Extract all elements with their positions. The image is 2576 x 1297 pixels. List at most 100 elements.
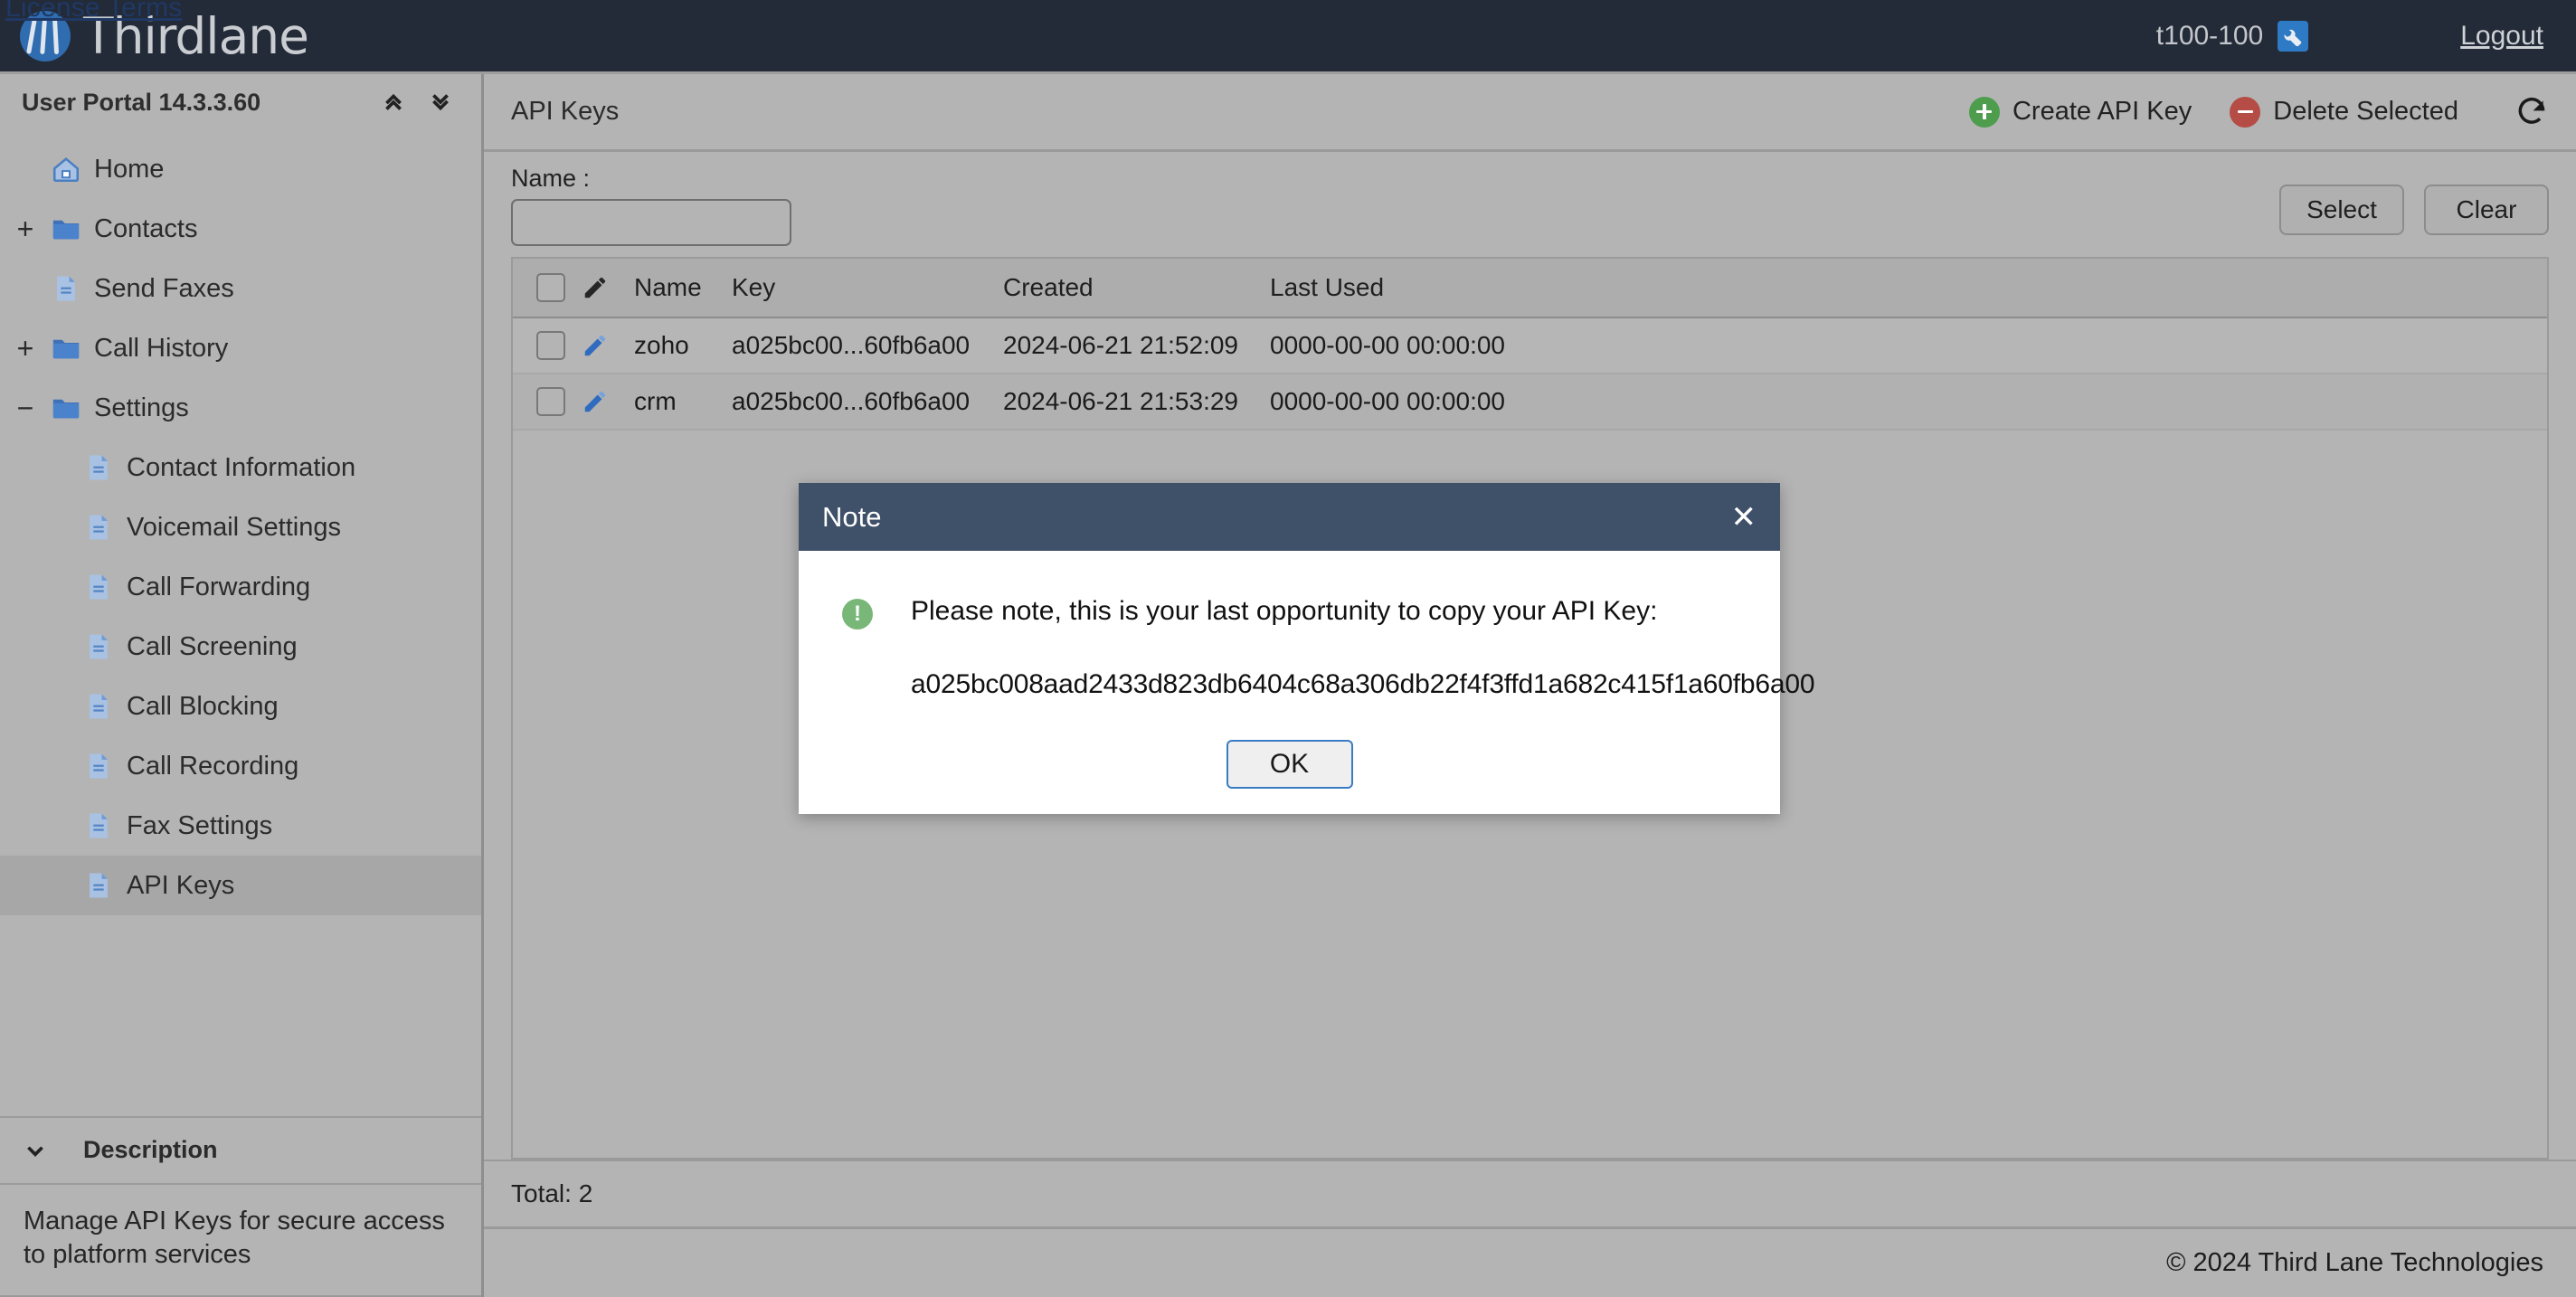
table-row[interactable]: crm a025bc00...60fb6a00 2024-06-21 21:53:2… bbox=[513, 374, 2547, 430]
create-api-key-button[interactable]: Create API Key bbox=[1968, 96, 2192, 128]
sidebar-item-label: Settings bbox=[94, 393, 189, 422]
row-select-cell bbox=[513, 317, 582, 374]
table-header: Name Key Created Last Used bbox=[513, 259, 2547, 318]
expand-node-icon[interactable]: + bbox=[13, 334, 38, 363]
row-last-used: 0000-00-00 00:00:00 bbox=[1270, 387, 1505, 415]
row-checkbox[interactable] bbox=[536, 387, 565, 416]
close-icon[interactable]: ✕ bbox=[1731, 502, 1757, 533]
sidebar-nav: +Home + Contacts +Send Faxes + Call History − S… bbox=[0, 130, 481, 915]
chevron-down-icon bbox=[27, 1146, 43, 1157]
minus-circle-icon bbox=[2230, 96, 2261, 128]
name-filter-input[interactable] bbox=[511, 199, 791, 246]
sidebar-item-label: Fax Settings bbox=[127, 810, 273, 840]
page-title: API Keys bbox=[511, 97, 620, 126]
sidebar-item-send-faxes[interactable]: +Send Faxes bbox=[0, 259, 481, 318]
column-edit bbox=[582, 259, 634, 318]
collapse-node-icon[interactable]: − bbox=[13, 393, 38, 422]
sidebar-item-home[interactable]: +Home bbox=[0, 139, 481, 199]
document-icon bbox=[51, 273, 81, 304]
row-key: a025bc00...60fb6a00 bbox=[732, 387, 971, 415]
license-terms-link[interactable]: License Terms bbox=[5, 0, 182, 24]
note-dialog: Note ✕ ! Please note, this is your last … bbox=[799, 483, 1815, 814]
expand-node-icon[interactable]: + bbox=[13, 214, 38, 243]
description-header[interactable]: Description bbox=[0, 1115, 481, 1185]
toolbar-actions: Create API Key Delete Selected bbox=[1968, 95, 2549, 129]
application-root: License Terms Thirdlane t100-100 Logout … bbox=[0, 0, 2576, 1297]
wrench-icon[interactable] bbox=[2278, 20, 2309, 52]
pencil-icon[interactable] bbox=[582, 332, 609, 359]
row-name: crm bbox=[634, 387, 677, 415]
sidebar-item-settings[interactable]: − Settings bbox=[0, 378, 481, 438]
sidebar-item-label: Call Forwarding bbox=[127, 572, 311, 601]
sidebar-item-label: Contacts bbox=[94, 213, 198, 243]
note-message: Please note, this is your last opportuni… bbox=[911, 596, 1658, 626]
logout-link[interactable]: Logout bbox=[2460, 21, 2543, 52]
table-row[interactable]: zoho a025bc00...60fb6a00 2024-06-21 21:52:… bbox=[513, 317, 2547, 374]
sidebar-item-label: Voicemail Settings bbox=[127, 512, 341, 542]
column-created: Created bbox=[1003, 259, 1270, 318]
note-dialog-header: Note ✕ bbox=[799, 483, 1780, 551]
ok-button[interactable]: OK bbox=[1226, 740, 1353, 789]
exclamation-icon: ! bbox=[842, 599, 873, 630]
row-select-cell bbox=[513, 374, 582, 430]
folder-icon bbox=[51, 393, 81, 423]
clear-button[interactable]: Clear bbox=[2424, 185, 2549, 235]
sidebar-item-label: Contact Information bbox=[127, 452, 356, 482]
select-all-checkbox[interactable] bbox=[536, 273, 565, 302]
sidebar-item-api-keys[interactable]: API Keys bbox=[0, 856, 481, 915]
chevron-double-down-icon[interactable] bbox=[429, 90, 452, 114]
sidebar-item-fax-settings[interactable]: Fax Settings bbox=[0, 796, 481, 856]
document-icon bbox=[83, 691, 114, 722]
sidebar-item-label: Send Faxes bbox=[94, 273, 234, 303]
note-message-row: ! Please note, this is your last opportu… bbox=[842, 596, 1744, 630]
name-filter-group: Name : bbox=[511, 165, 791, 246]
sidebar-item-label: Call Recording bbox=[127, 751, 299, 781]
sidebar-header: User Portal 14.3.3.60 bbox=[0, 74, 481, 130]
folder-icon bbox=[51, 213, 81, 244]
api-key-value[interactable]: a025bc008aad2433d823db6404c68a306db22f4f… bbox=[911, 669, 1815, 700]
document-icon bbox=[83, 452, 114, 483]
row-checkbox[interactable] bbox=[536, 331, 565, 360]
plus-circle-icon bbox=[1968, 96, 2000, 128]
column-name: Name bbox=[634, 259, 732, 318]
note-dialog-title: Note bbox=[822, 500, 882, 533]
sidebar-item-contact-information[interactable]: Contact Information bbox=[0, 438, 481, 497]
filter-buttons: Select Clear bbox=[2279, 165, 2549, 235]
description-text: Manage API Keys for secure access to pla… bbox=[0, 1185, 481, 1297]
document-icon bbox=[83, 512, 114, 543]
sidebar-item-label: Call History bbox=[94, 333, 229, 363]
folder-icon bbox=[51, 333, 81, 364]
pencil-icon[interactable] bbox=[582, 388, 609, 415]
sidebar-item-call-forwarding[interactable]: Call Forwarding bbox=[0, 557, 481, 617]
note-dialog-footer: OK bbox=[799, 715, 1780, 814]
sidebar-tree-controls bbox=[382, 90, 461, 114]
main-toolbar: API Keys Create API Key Delete Selected bbox=[484, 74, 2576, 152]
sidebar-item-call-blocking[interactable]: Call Blocking bbox=[0, 677, 481, 736]
sidebar-item-contacts[interactable]: + Contacts bbox=[0, 199, 481, 259]
sidebar-item-label: API Keys bbox=[127, 870, 235, 900]
chevron-double-up-icon[interactable] bbox=[382, 90, 405, 114]
home-icon bbox=[51, 154, 81, 185]
row-created: 2024-06-21 21:53:29 bbox=[1003, 387, 1238, 415]
sidebar-item-call-recording[interactable]: Call Recording bbox=[0, 736, 481, 796]
sidebar-title: User Portal 14.3.3.60 bbox=[22, 88, 261, 116]
row-name: zoho bbox=[634, 331, 689, 359]
row-last-used: 0000-00-00 00:00:00 bbox=[1270, 331, 1505, 359]
filter-row: Name : Select Clear bbox=[484, 152, 2576, 257]
table-total: Total: 2 bbox=[484, 1160, 2576, 1226]
document-icon bbox=[83, 810, 114, 841]
sidebar-item-call-screening[interactable]: Call Screening bbox=[0, 617, 481, 677]
sidebar-item-call-history[interactable]: + Call History bbox=[0, 318, 481, 378]
top-bar: License Terms Thirdlane t100-100 Logout bbox=[0, 0, 2576, 74]
select-button[interactable]: Select bbox=[2279, 185, 2404, 235]
description-header-label: Description bbox=[83, 1136, 218, 1164]
delete-selected-button[interactable]: Delete Selected bbox=[2230, 96, 2458, 128]
delete-selected-label: Delete Selected bbox=[2273, 97, 2458, 126]
refresh-icon[interactable] bbox=[2514, 95, 2549, 129]
sidebar-item-label: Call Screening bbox=[127, 631, 298, 661]
sidebar-item-label: Home bbox=[94, 154, 165, 184]
name-filter-label: Name : bbox=[511, 165, 591, 192]
copyright-footer: © 2024 Third Lane Technologies bbox=[484, 1226, 2576, 1297]
sidebar-item-voicemail-settings[interactable]: Voicemail Settings bbox=[0, 497, 481, 557]
